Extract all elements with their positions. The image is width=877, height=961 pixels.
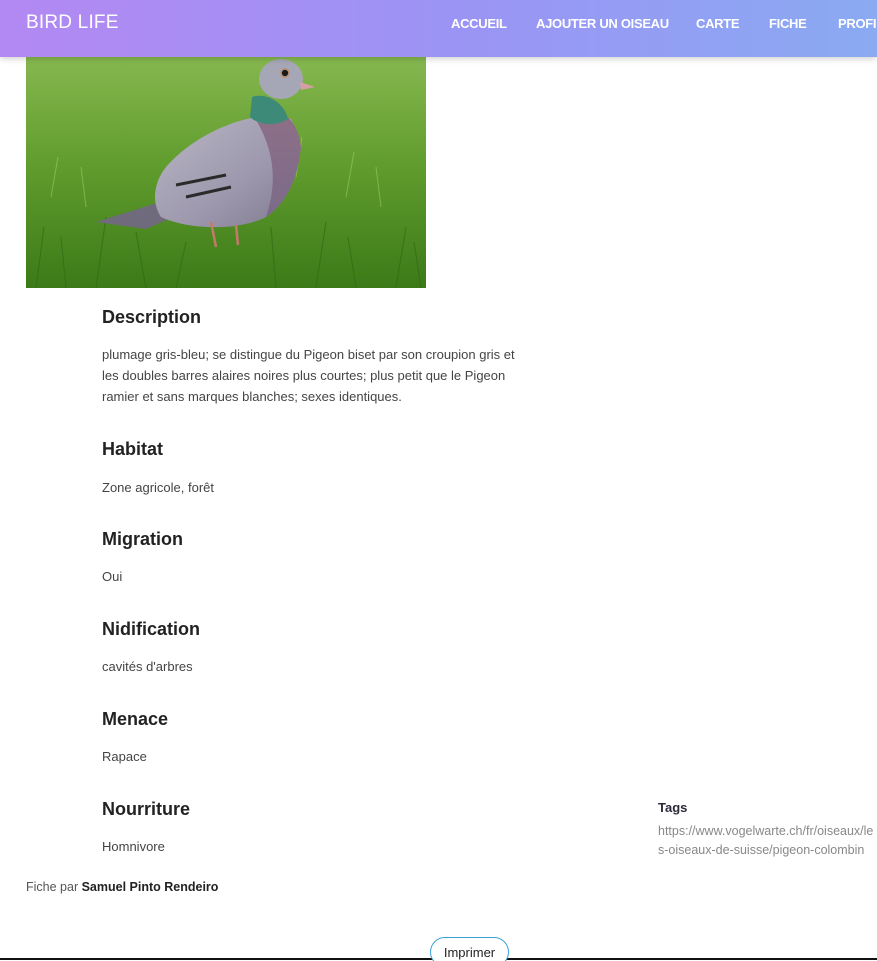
tags-title: Tags	[658, 800, 688, 815]
top-navbar: BIRD LIFE ACCUEIL AJOUTER UN OISEAU CART…	[0, 0, 877, 57]
section-title-habitat: Habitat	[102, 439, 164, 459]
nav-link-profil[interactable]: PROFIL	[838, 16, 877, 31]
nav-link-accueil[interactable]: ACCUEIL	[451, 16, 507, 31]
author-prefix: Fiche par	[26, 880, 79, 894]
bird-photo	[26, 57, 426, 288]
section-text-nourriture: Homnivore	[102, 839, 165, 854]
author-name: Samuel Pinto Rendeiro	[81, 880, 219, 894]
nav-link-ajouter-oiseau[interactable]: AJOUTER UN OISEAU	[536, 16, 669, 31]
nav-links: ACCUEIL AJOUTER UN OISEAU CARTE FICHE PR…	[0, 0, 877, 57]
section-text-nidification: cavités d'arbres	[102, 659, 193, 674]
nav-link-carte[interactable]: CARTE	[696, 16, 740, 31]
section-title-nourriture: Nourriture	[102, 799, 191, 819]
nav-link-fiche[interactable]: FICHE	[769, 16, 807, 31]
section-text-habitat: Zone agricole, forêt	[102, 480, 215, 495]
section-text-migration: Oui	[102, 569, 123, 584]
tags-link[interactable]: https://www.vogelwarte.ch/fr/oiseaux/les…	[658, 822, 877, 860]
section-title-migration: Migration	[102, 529, 183, 549]
section-text-description: plumage gris-bleu; se distingue du Pigeo…	[102, 347, 515, 404]
section-title-description: Description	[102, 307, 202, 327]
section-title-nidification: Nidification	[102, 619, 200, 639]
print-button[interactable]: Imprimer	[430, 937, 509, 961]
section-title-menace: Menace	[102, 709, 169, 729]
author-credit: Fiche par Samuel Pinto Rendeiro	[26, 880, 218, 894]
page: BIRD LIFE ACCUEIL AJOUTER UN OISEAU CART…	[0, 0, 877, 961]
section-text-menace: Rapace	[102, 749, 147, 764]
